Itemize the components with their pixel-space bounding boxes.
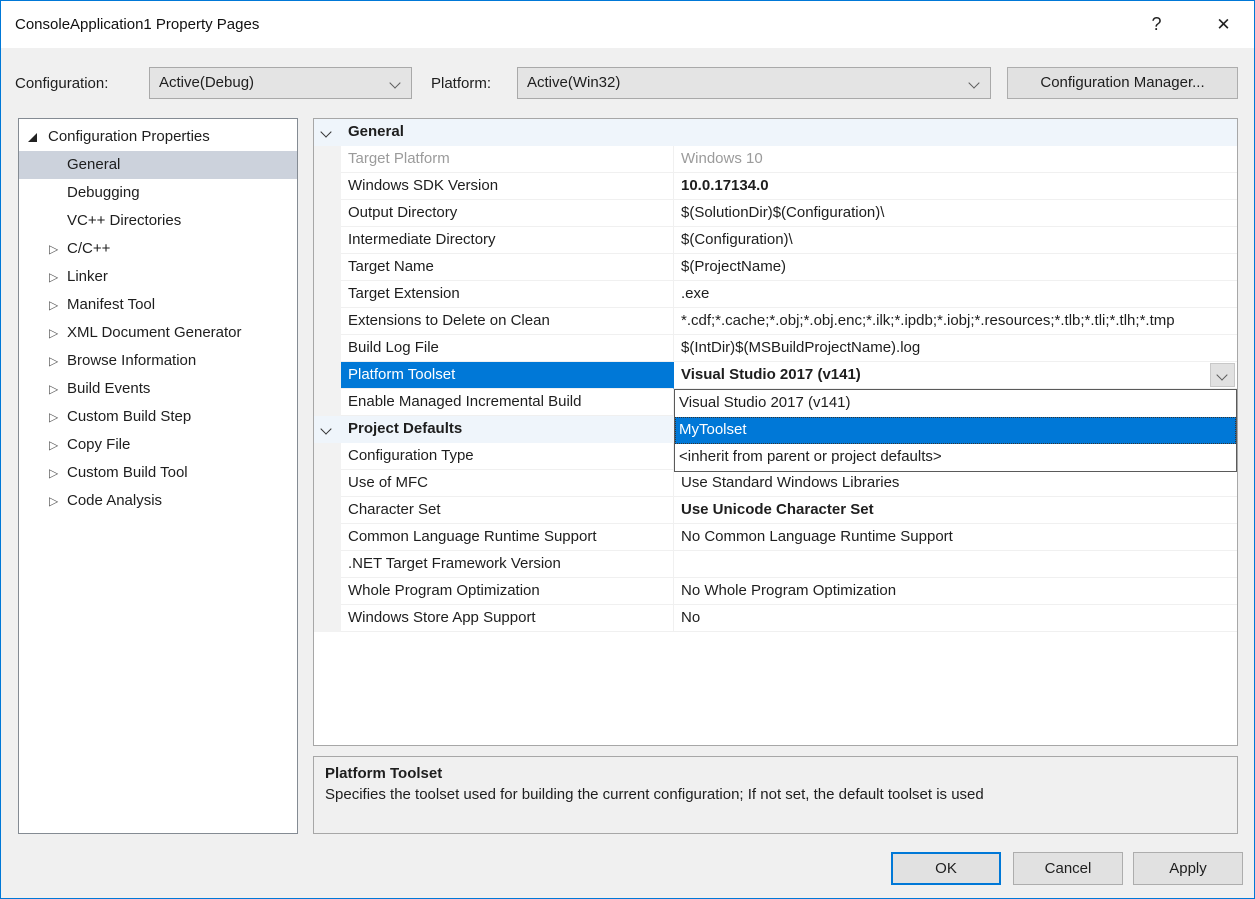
property-row-intermediate-directory[interactable]: Intermediate Directory $(Configuration)\ [314, 227, 1237, 254]
platform-toolset-dropdown-list: Visual Studio 2017 (v141) MyToolset <inh… [674, 389, 1237, 472]
property-row-target-extension[interactable]: Target Extension .exe [314, 281, 1237, 308]
property-row-use-of-mfc[interactable]: Use of MFC Use Standard Windows Librarie… [314, 470, 1237, 497]
property-row-windows-sdk-version[interactable]: Windows SDK Version 10.0.17134.0 [314, 173, 1237, 200]
configuration-select-value: Active(Debug) [159, 74, 254, 91]
tree-item-c-cpp[interactable]: ▷ C/C++ [19, 235, 297, 263]
property-row-target-platform[interactable]: Target Platform Windows 10 [314, 146, 1237, 173]
tree-item-copy-file[interactable]: ▷ Copy File [19, 431, 297, 459]
description-title: Platform Toolset [325, 765, 1226, 782]
collapsed-triangle-icon[interactable]: ▷ [49, 347, 58, 375]
dropdown-button[interactable] [1210, 363, 1235, 387]
ok-button[interactable]: OK [891, 852, 1001, 885]
window-title: ConsoleApplication1 Property Pages [15, 1, 259, 48]
configuration-manager-button[interactable]: Configuration Manager... [1007, 67, 1238, 99]
platform-select[interactable]: Active(Win32) [517, 67, 991, 99]
platform-toolset-value: Visual Studio 2017 (v141) [681, 366, 861, 383]
collapsed-triangle-icon[interactable]: ▷ [49, 431, 58, 459]
collapsed-triangle-icon[interactable]: ▷ [49, 487, 58, 515]
chevron-down-icon [968, 77, 979, 88]
expanded-triangle-icon[interactable] [28, 133, 37, 142]
property-row-extensions-to-delete-on-clean[interactable]: Extensions to Delete on Clean *.cdf;*.ca… [314, 308, 1237, 335]
property-row-output-directory[interactable]: Output Directory $(SolutionDir)$(Configu… [314, 200, 1237, 227]
chevron-down-icon [389, 77, 400, 88]
group-header-general[interactable]: General [314, 119, 1237, 146]
close-icon[interactable]: ✕ [1201, 1, 1246, 48]
cancel-button[interactable]: Cancel [1013, 852, 1123, 885]
tree-item-manifest-tool[interactable]: ▷ Manifest Tool [19, 291, 297, 319]
configuration-label: Configuration: [15, 75, 108, 92]
title-bar: ConsoleApplication1 Property Pages ? ✕ [1, 1, 1254, 48]
dropdown-option-mytoolset[interactable]: MyToolset [675, 417, 1236, 444]
tree-item-custom-build-step[interactable]: ▷ Custom Build Step [19, 403, 297, 431]
collapsed-triangle-icon[interactable]: ▷ [49, 319, 58, 347]
apply-button[interactable]: Apply [1133, 852, 1243, 885]
dropdown-option-vs2017[interactable]: Visual Studio 2017 (v141) [675, 390, 1236, 417]
property-grid: General Target Platform Windows 10 Windo… [313, 118, 1238, 746]
tree-item-custom-build-tool[interactable]: ▷ Custom Build Tool [19, 459, 297, 487]
tree-root-configuration-properties[interactable]: Configuration Properties [19, 123, 297, 151]
tree-item-code-analysis[interactable]: ▷ Code Analysis [19, 487, 297, 515]
collapsed-triangle-icon[interactable]: ▷ [49, 263, 58, 291]
collapsed-triangle-icon[interactable]: ▷ [49, 291, 58, 319]
help-icon[interactable]: ? [1134, 1, 1179, 48]
collapsed-triangle-icon[interactable]: ▷ [49, 235, 58, 263]
tree-item-browse-information[interactable]: ▷ Browse Information [19, 347, 297, 375]
collapsed-triangle-icon[interactable]: ▷ [49, 375, 58, 403]
property-row-character-set[interactable]: Character Set Use Unicode Character Set [314, 497, 1237, 524]
configuration-select[interactable]: Active(Debug) [149, 67, 412, 99]
description-text: Specifies the toolset used for building … [325, 786, 1226, 803]
tree-item-debugging[interactable]: Debugging [19, 179, 297, 207]
tree-item-build-events[interactable]: ▷ Build Events [19, 375, 297, 403]
property-row-windows-store-app-support[interactable]: Windows Store App Support No [314, 605, 1237, 632]
property-row-whole-program-optimization[interactable]: Whole Program Optimization No Whole Prog… [314, 578, 1237, 605]
category-tree: Configuration Properties General Debuggi… [18, 118, 298, 834]
property-row-build-log-file[interactable]: Build Log File $(IntDir)$(MSBuildProject… [314, 335, 1237, 362]
collapsed-triangle-icon[interactable]: ▷ [49, 459, 58, 487]
tree-item-general[interactable]: General [19, 151, 297, 179]
tree-item-linker[interactable]: ▷ Linker [19, 263, 297, 291]
tree-item-vcpp-directories[interactable]: VC++ Directories [19, 207, 297, 235]
platform-select-value: Active(Win32) [527, 74, 620, 91]
tree-item-xml-document-generator[interactable]: ▷ XML Document Generator [19, 319, 297, 347]
description-panel: Platform Toolset Specifies the toolset u… [313, 756, 1238, 834]
dropdown-option-inherit[interactable]: <inherit from parent or project defaults… [675, 444, 1236, 471]
property-pages-dialog: ConsoleApplication1 Property Pages ? ✕ C… [0, 0, 1255, 899]
property-row-common-language-runtime-support[interactable]: Common Language Runtime Support No Commo… [314, 524, 1237, 551]
property-row-net-target-framework-version[interactable]: .NET Target Framework Version [314, 551, 1237, 578]
collapsed-triangle-icon[interactable]: ▷ [49, 403, 58, 431]
platform-label: Platform: [431, 75, 491, 92]
property-row-platform-toolset[interactable]: Platform Toolset Visual Studio 2017 (v14… [314, 362, 1237, 389]
property-row-target-name[interactable]: Target Name $(ProjectName) [314, 254, 1237, 281]
chevron-down-icon [1216, 369, 1227, 380]
